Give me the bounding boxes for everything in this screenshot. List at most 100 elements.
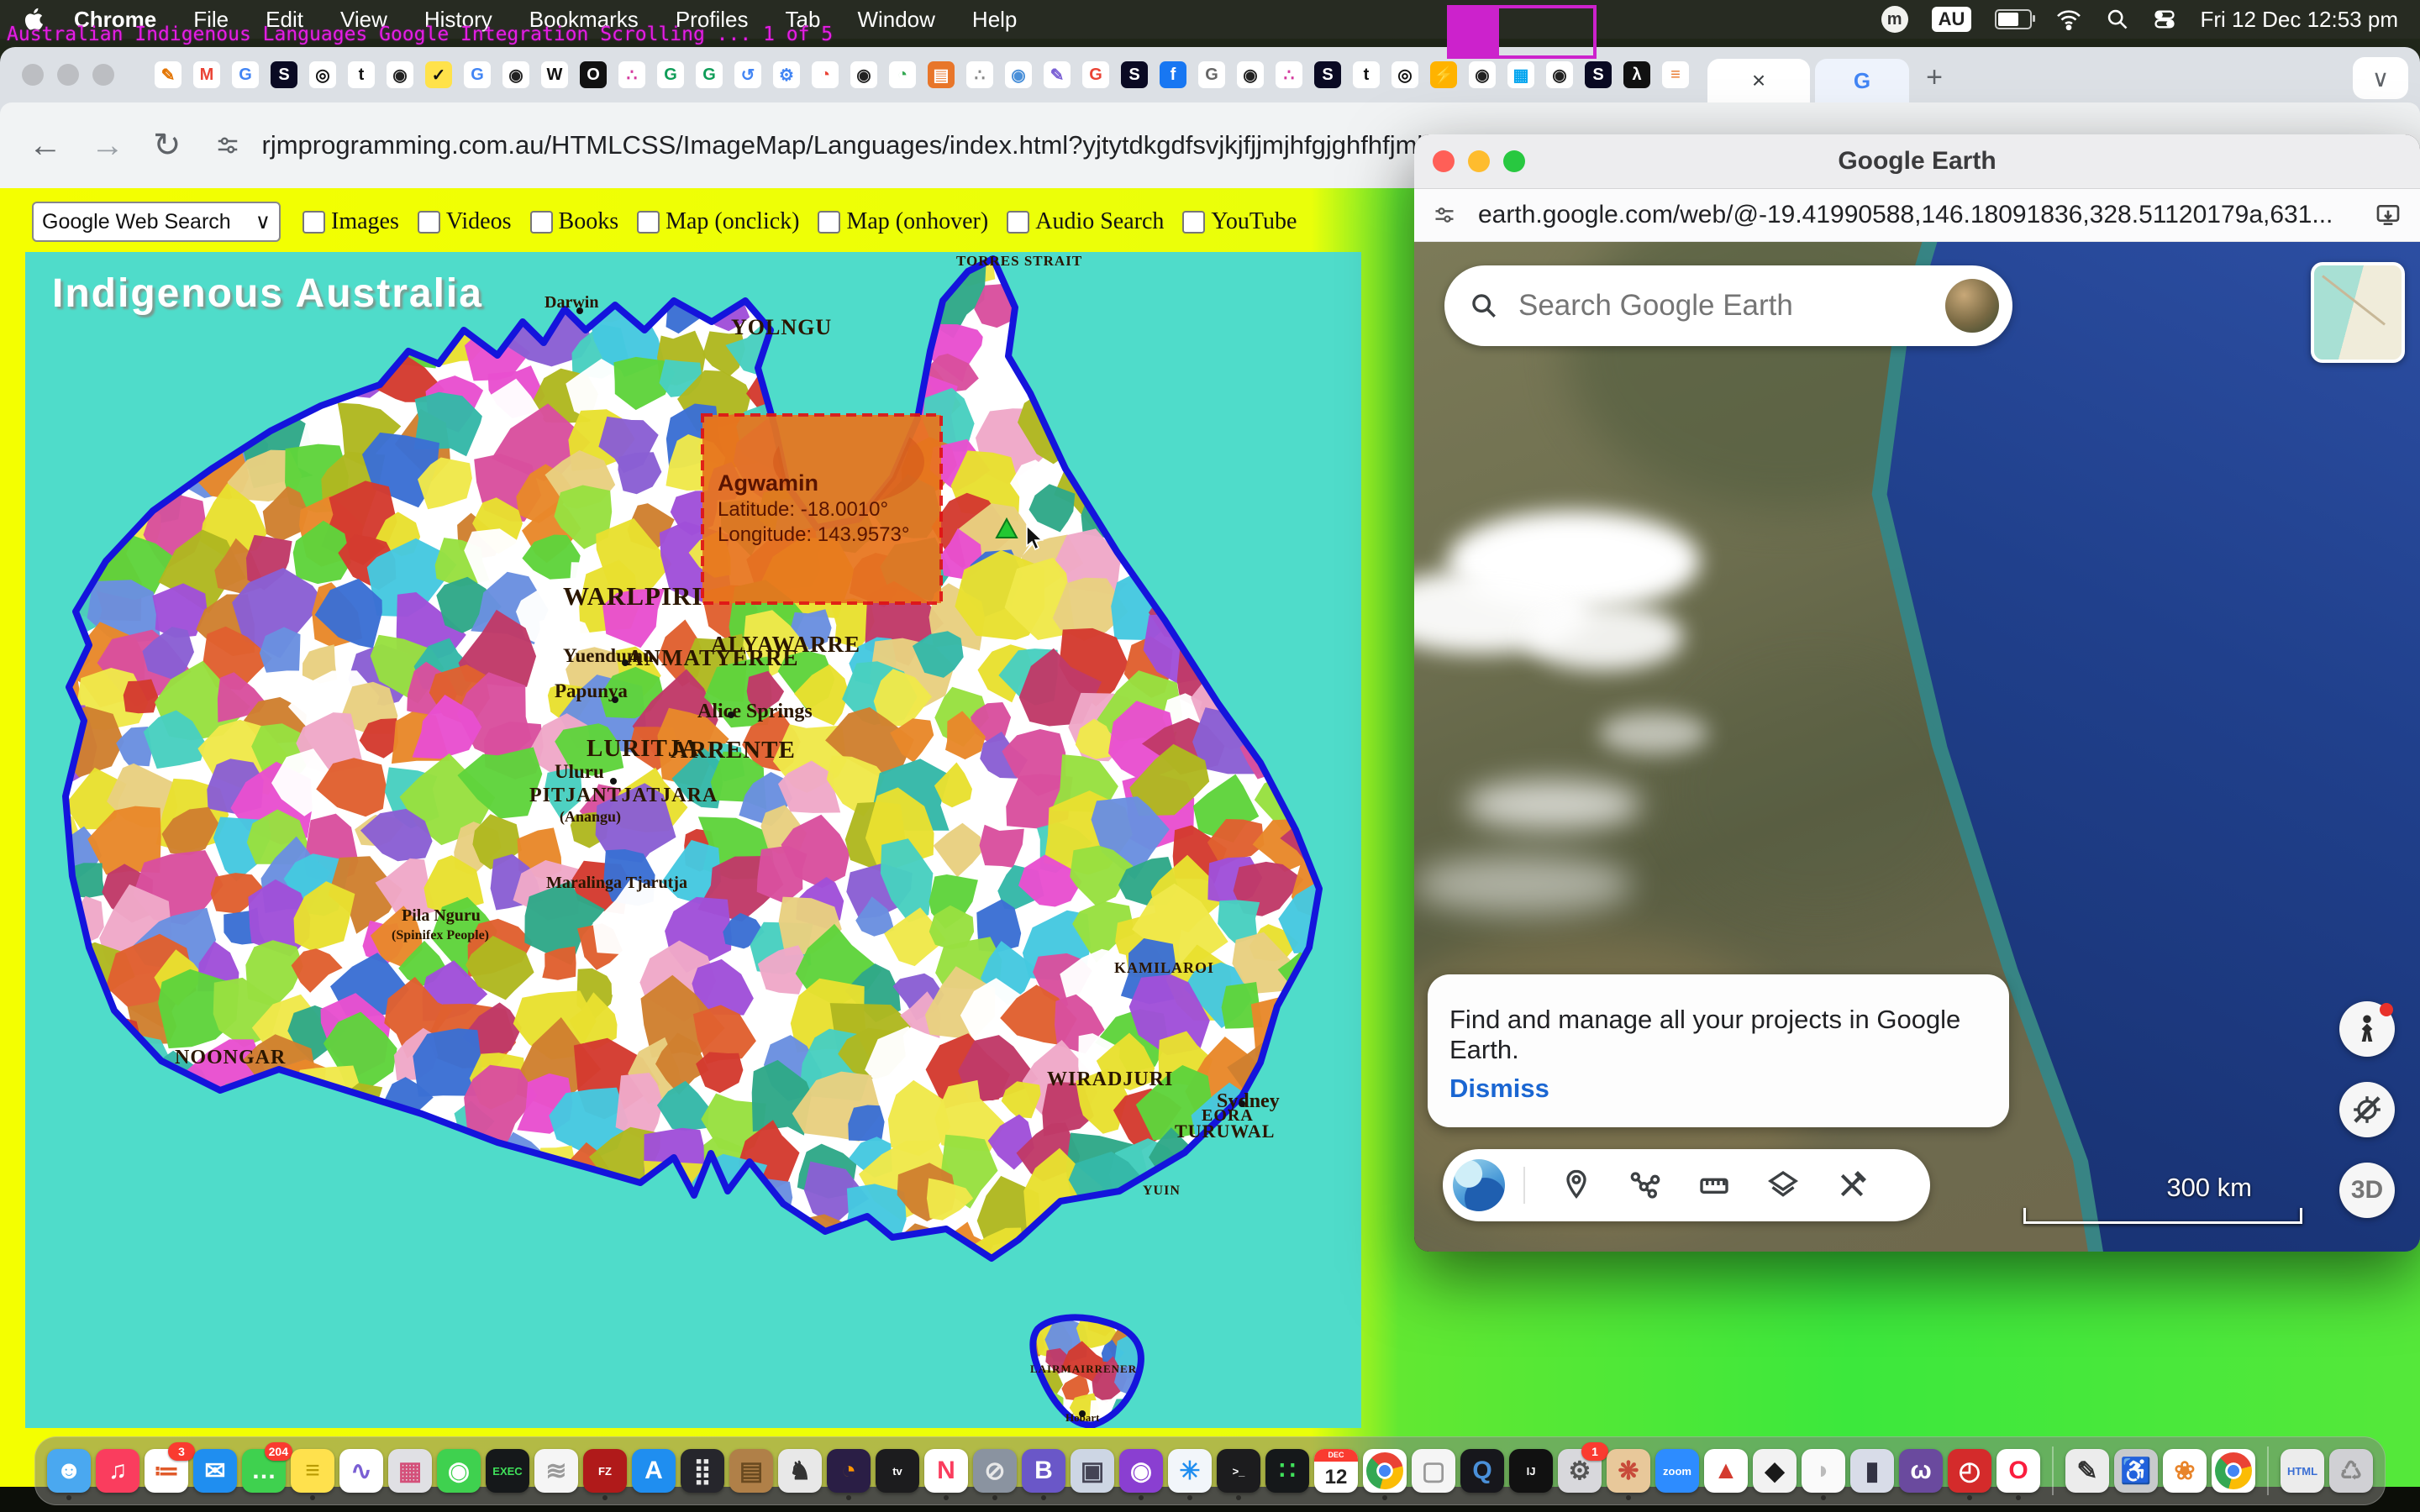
dock-dev-triangle[interactable]: ▲ — [1704, 1449, 1748, 1493]
dock-markup-note[interactable]: ✎ — [2065, 1449, 2109, 1493]
pinned-tab-windows[interactable]: ▦ — [1507, 61, 1534, 88]
pinned-tab-settings-gear[interactable]: ⚙ — [773, 61, 800, 88]
dock-settings[interactable]: ⚙1 — [1558, 1449, 1602, 1493]
my-location-disabled-button[interactable] — [2339, 1082, 2395, 1137]
pinned-tab-pencil[interactable]: ✎ — [1044, 61, 1071, 88]
pinned-tab-check-yellow[interactable]: ✓ — [425, 61, 452, 88]
3d-toggle-button[interactable]: 3D — [2339, 1163, 2395, 1218]
checkbox-box[interactable] — [302, 211, 325, 234]
dock-iphone-mirroring[interactable]: ▮ — [1850, 1449, 1894, 1493]
dock-launchpad[interactable]: ▦ — [388, 1449, 432, 1493]
ge-search-bar[interactable]: Search Google Earth — [1444, 265, 2012, 346]
pinned-tab-facebook[interactable]: f — [1160, 61, 1186, 88]
input-source-badge[interactable]: AU — [1932, 7, 1972, 32]
dock-news[interactable]: N — [924, 1449, 968, 1493]
avatar[interactable] — [1945, 279, 1999, 333]
pinned-tab-g-green[interactable]: G — [696, 61, 723, 88]
dock-chrome[interactable] — [1363, 1449, 1407, 1493]
indigenous-australia-map[interactable]: Indigenous Australia — [25, 252, 1361, 1428]
pinned-tab-lambda-dark[interactable]: λ — [1623, 61, 1650, 88]
pinned-tab-chrome[interactable]: ◔ — [812, 61, 839, 88]
dock-freeform[interactable]: ∿ — [339, 1449, 383, 1493]
pinned-tab-nyt[interactable]: t — [1353, 61, 1380, 88]
pinned-tab-pencil-chart[interactable]: ✎ — [155, 61, 182, 88]
pinned-tab-stack-orange[interactable]: ≡ — [1662, 61, 1689, 88]
background-tab[interactable]: G — [1815, 59, 1909, 102]
pinned-tab-eye[interactable]: ◉ — [387, 61, 413, 88]
layers-icon[interactable] — [1749, 1168, 1818, 1202]
battery-icon[interactable] — [1995, 9, 2032, 29]
dock-cat-game[interactable]: ω — [1899, 1449, 1943, 1493]
pinned-tab-chrome[interactable]: ◔ — [889, 61, 916, 88]
dock-zoom[interactable]: zoom — [1655, 1449, 1699, 1493]
checkbox-videos[interactable]: Videos — [418, 208, 512, 235]
dock-bbedit[interactable]: B — [1022, 1449, 1065, 1493]
ge-satellite-view[interactable]: Search Google Earth Find and manage all … — [1414, 242, 2420, 1252]
dock-terminal-exec[interactable]: EXEC — [486, 1449, 529, 1493]
dock-filezilla[interactable]: FZ — [583, 1449, 627, 1493]
ge-address-bar[interactable]: earth.google.com/web/@-19.41990588,146.1… — [1478, 201, 2333, 229]
dock-accessibility[interactable]: ♿ — [2114, 1449, 2158, 1493]
checkbox-audio-search[interactable]: Audio Search — [1007, 208, 1164, 235]
pinned-tab-times[interactable]: t — [348, 61, 375, 88]
ge-site-settings-icon[interactable] — [1433, 203, 1456, 227]
dock-messages[interactable]: …204 — [242, 1449, 286, 1493]
pinned-tab-lightning[interactable]: ⚡ — [1430, 61, 1457, 88]
dock-photos[interactable]: ❀ — [2163, 1449, 2207, 1493]
dock-app-store[interactable]: A — [632, 1449, 676, 1493]
pinned-tab-wikipedia[interactable]: W — [541, 61, 568, 88]
dock-textedit[interactable]: ≋ — [534, 1449, 578, 1493]
dock-finder[interactable]: ☻ — [47, 1449, 91, 1493]
street-view-pegman-button[interactable] — [2339, 1001, 2395, 1057]
dock-html-file[interactable]: HTML — [2281, 1449, 2324, 1493]
pinned-tab-eye[interactable]: ◉ — [1237, 61, 1264, 88]
pinned-tab-book-orange[interactable]: ▤ — [928, 61, 955, 88]
pinned-tab-target[interactable]: ◎ — [1392, 61, 1418, 88]
close-tab-icon[interactable]: × — [1752, 67, 1765, 94]
placemark-pin-icon[interactable] — [1542, 1168, 1611, 1202]
pinned-tab-dots[interactable]: ∴ — [1276, 61, 1302, 88]
dock-terminal[interactable]: >_ — [1217, 1449, 1260, 1493]
dock-calendar[interactable]: DEC12 — [1314, 1449, 1358, 1493]
dock-paint-palette[interactable]: ❋ — [1607, 1449, 1650, 1493]
dock-quicktime[interactable]: Q — [1460, 1449, 1504, 1493]
tasmania-regions-mosaic[interactable] — [993, 1284, 1153, 1428]
search-mode-select[interactable]: Google Web Search∨ — [32, 202, 281, 242]
pinned-tab-google[interactable]: G — [232, 61, 259, 88]
close-window-button[interactable] — [22, 64, 44, 86]
pinned-tab-s-dark[interactable]: S — [1585, 61, 1612, 88]
australia-imagemap[interactable]: TORRES STRAITYOLNGUDarwinWARLPIRIYuendum… — [25, 252, 1361, 1428]
pinned-tab-s-dark[interactable]: S — [1314, 61, 1341, 88]
pinned-tab-dots[interactable]: ∴ — [618, 61, 645, 88]
pinned-tab-eye[interactable]: ◉ — [1469, 61, 1496, 88]
checkbox-youtube[interactable]: YouTube — [1182, 208, 1297, 235]
forward-button[interactable]: → — [91, 127, 124, 165]
spotlight-search-icon[interactable] — [2106, 8, 2129, 31]
path-route-icon[interactable] — [1611, 1168, 1680, 1202]
dock-image-capture[interactable]: ▣ — [1071, 1449, 1114, 1493]
measure-ruler-icon[interactable] — [1680, 1168, 1749, 1202]
dock-opera[interactable]: O — [1996, 1449, 2040, 1493]
pinned-tab-g-red[interactable]: G — [1082, 61, 1109, 88]
dock-intellij[interactable]: IJ — [1509, 1449, 1553, 1493]
dock-white-blob[interactable]: ◗ — [1802, 1449, 1845, 1493]
pinned-tab-target[interactable]: ◎ — [309, 61, 336, 88]
ge-titlebar[interactable]: Google Earth — [1414, 134, 2420, 189]
address-bar[interactable]: rjmprogramming.com.au/HTMLCSS/ImageMap/L… — [262, 130, 1451, 160]
pinned-tab-s-dark[interactable]: S — [271, 61, 297, 88]
checkbox-books[interactable]: Books — [530, 208, 619, 235]
dock-music[interactable]: ♫ — [96, 1449, 139, 1493]
checkbox-box[interactable] — [418, 211, 440, 234]
dock-doc-page[interactable]: ▢ — [1412, 1449, 1455, 1493]
dock-trash[interactable]: ♺ — [2329, 1449, 2373, 1493]
tab-search-button[interactable]: ∨ — [2353, 57, 2408, 99]
pinned-tab-eye[interactable]: ◉ — [850, 61, 877, 88]
checkbox-box[interactable] — [1007, 211, 1029, 234]
checkbox-map-onhover-[interactable]: Map (onhover) — [818, 208, 988, 235]
google-earth-logo[interactable] — [1453, 1159, 1505, 1211]
dock-notes[interactable]: ≡ — [291, 1449, 334, 1493]
menu-window[interactable]: Window — [839, 7, 953, 32]
dock-chrome-device[interactable] — [2212, 1449, 2255, 1493]
dismiss-button[interactable]: Dismiss — [1449, 1074, 1549, 1104]
menubar-app-icon[interactable]: m — [1881, 6, 1908, 33]
